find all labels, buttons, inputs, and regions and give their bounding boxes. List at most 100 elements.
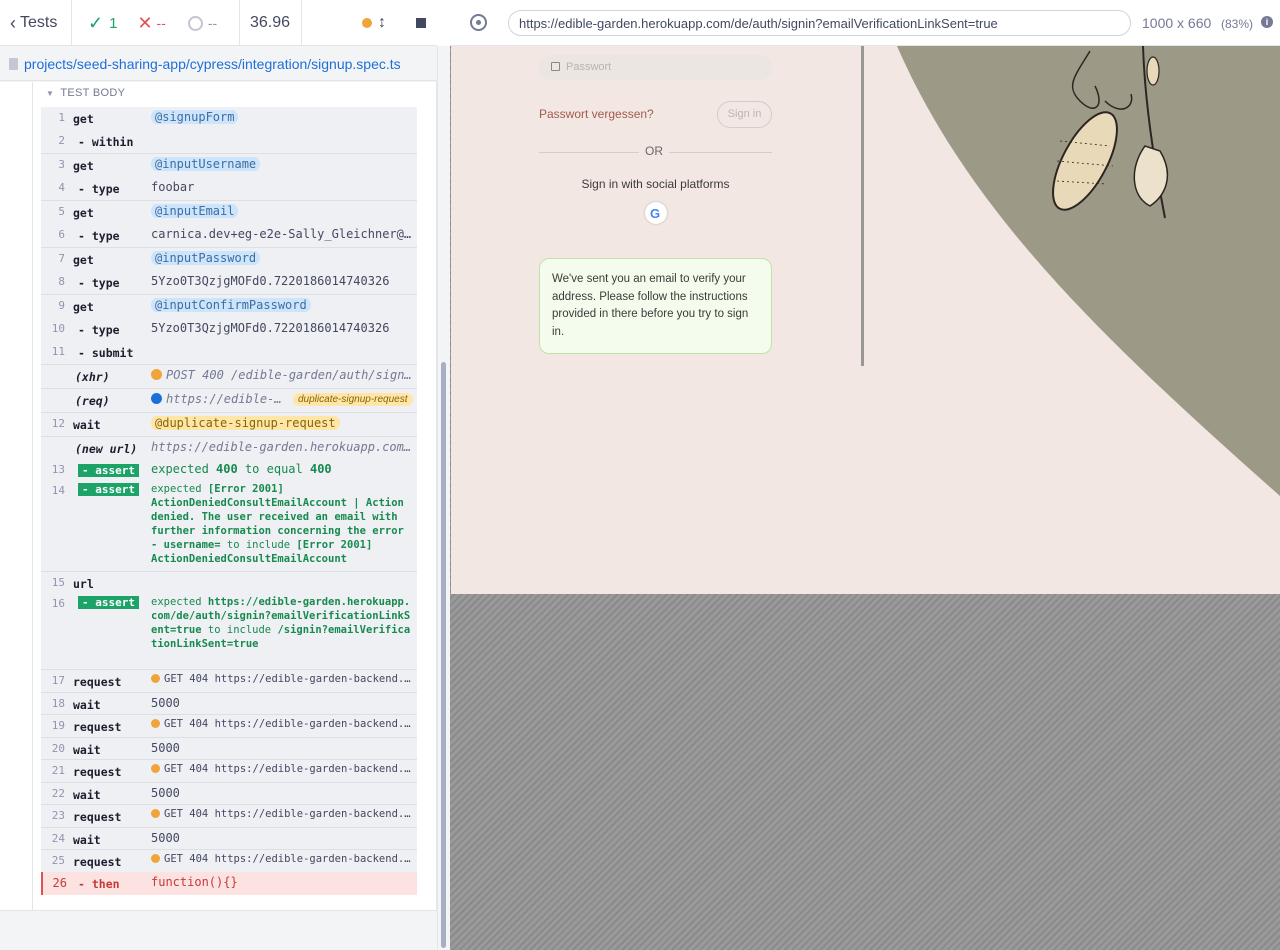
command-row[interactable]: 19 request GET 404 https://edible-garden… (41, 714, 417, 737)
status-dot-icon (151, 393, 162, 404)
command-row[interactable]: 17 request GET 404 https://edible-garden… (41, 669, 417, 692)
line-number: 6 (58, 228, 65, 241)
command-name: get (73, 300, 94, 314)
command-row[interactable]: 18 wait 5000 (41, 692, 417, 714)
assert-row[interactable]: 13 - assert expected 400 to equal 400 (41, 459, 417, 480)
command-message: @inputUsername (151, 157, 413, 171)
url-bar[interactable]: https://edible-garden.herokuapp.com/de/a… (508, 10, 1131, 36)
test-body-label: TEST BODY (60, 87, 126, 99)
command-row[interactable]: 1 get @signupForm (41, 107, 417, 130)
failed-command-row[interactable]: 26 - then function(){} (41, 872, 417, 895)
command-message: 5000 (151, 741, 180, 755)
panel-indent-line (32, 82, 33, 911)
command-row[interactable]: 24 wait 5000 (41, 827, 417, 849)
req-log-row[interactable]: (req) https://edible-garden-backend dupl… (41, 388, 417, 412)
check-icon: ✓ (88, 12, 104, 33)
command-row[interactable]: 25 request GET 404 https://edible-garden… (41, 849, 417, 872)
forgot-password-link[interactable]: Passwort vergessen? (539, 107, 654, 121)
command-row[interactable]: 4 - type foobar (41, 177, 417, 200)
command-message: 5000 (151, 786, 180, 800)
reporter-stats-bar: ‹ Tests ✓ 1 ✕ -- -- 36.96 ↕ (0, 0, 437, 46)
aut-header: https://edible-garden.herokuapp.com/de/a… (450, 0, 1280, 46)
command-name: get (73, 206, 94, 220)
command-row[interactable]: 6 - type carnica.dev+eg-e2e-Sally_Gleich… (41, 224, 417, 247)
alias-badge: @duplicate-signup-request (151, 416, 340, 430)
command-message: @signupForm (151, 110, 413, 124)
viewport-scale: (83%) (1221, 17, 1254, 31)
command-name: wait (73, 418, 101, 432)
assert-badge: - assert (78, 483, 139, 496)
command-message: foobar (151, 180, 195, 194)
line-number: 18 (51, 697, 65, 710)
reporter-scrollbar[interactable] (437, 46, 450, 950)
command-row[interactable]: 5 get @inputEmail (41, 200, 417, 224)
command-name: - type (78, 323, 120, 337)
command-name: wait (73, 698, 101, 712)
line-number: 12 (51, 417, 65, 430)
command-row[interactable]: 8 - type 5Yzo0T3QzjgMOFd0.72201860147403… (41, 271, 417, 294)
command-row[interactable]: 2 - within (41, 130, 417, 153)
command-message: carnica.dev+eg-e2e-Sally_Gleichner@gmail… (151, 227, 413, 241)
google-signin-button[interactable]: G (645, 202, 667, 224)
line-number: 24 (51, 832, 65, 845)
scrollbar-thumb[interactable] (441, 362, 446, 948)
request-message: GET 404 https://edible-garden-backend.he… (164, 718, 413, 730)
line-number: 3 (58, 158, 65, 171)
command-row[interactable]: 21 request GET 404 https://edible-garden… (41, 759, 417, 782)
assert-row[interactable]: 16 - assert expected https://edible-gard… (41, 593, 417, 669)
command-row[interactable]: 3 get @inputUsername (41, 153, 417, 177)
command-row[interactable]: 9 get @inputConfirmPassword (41, 294, 417, 318)
line-number: 25 (51, 854, 65, 867)
lock-icon (551, 62, 560, 71)
command-message: GET 404 https://edible-garden-backend.he… (151, 673, 413, 685)
command-row[interactable]: 20 wait 5000 (41, 737, 417, 759)
alias-badge: @inputUsername (151, 157, 261, 171)
command-name: wait (73, 788, 101, 802)
xhr-log-row[interactable]: (xhr) POST 400 /edible-garden/auth/signu… (41, 364, 417, 388)
command-name: url (73, 577, 94, 591)
spec-path-link[interactable]: projects/seed-sharing-app/cypress/integr… (24, 56, 401, 72)
request-message: GET 404 https://edible-garden-backend.he… (164, 673, 413, 685)
test-body-header[interactable]: ▼ TEST BODY (46, 87, 125, 99)
command-name: - assert (78, 595, 139, 609)
auto-scroll-toggle-icon[interactable]: ↕ (378, 14, 386, 32)
app-signin-page: Passwort Passwort vergessen? Sign in OR … (451, 46, 1280, 594)
line-number: 4 (58, 181, 65, 194)
assert-row[interactable]: 14 - assert expected [Error 2001] Action… (41, 480, 417, 571)
password-input[interactable]: Passwort (539, 55, 772, 80)
command-message: function(){} (151, 875, 238, 889)
sign-in-button[interactable]: Sign in (717, 101, 772, 128)
command-row[interactable]: 15 url (41, 571, 417, 593)
back-to-tests-button[interactable]: ‹ Tests (0, 0, 72, 46)
line-number: 1 (58, 111, 65, 124)
info-icon[interactable]: i (1261, 16, 1273, 28)
command-name: - then (78, 877, 120, 891)
xhr-message: POST 400 /edible-garden/auth/signup (166, 368, 413, 382)
command-name: (new url) (75, 442, 138, 456)
line-number: 26 (52, 876, 67, 890)
req-message: https://edible-garden-backend (166, 392, 287, 406)
x-icon: ✕ (137, 12, 153, 33)
command-row[interactable]: 12 wait @duplicate-signup-request (41, 412, 417, 436)
command-row[interactable]: 10 - type 5Yzo0T3QzjgMOFd0.7220186014740… (41, 318, 417, 341)
command-message: GET 404 https://edible-garden-backend.he… (151, 808, 413, 820)
stop-button[interactable] (416, 18, 426, 28)
command-row[interactable]: 11 - submit (41, 341, 417, 364)
crosshair-dot-icon (476, 20, 481, 25)
spec-file-path[interactable]: projects/seed-sharing-app/cypress/integr… (0, 47, 437, 81)
command-row[interactable]: 7 get @inputPassword (41, 247, 417, 271)
line-number: 11 (51, 345, 65, 358)
running-status-dot-icon (362, 18, 372, 28)
status-dot-icon (151, 719, 160, 728)
command-row[interactable]: 22 wait 5000 (41, 782, 417, 804)
new-url-log-row[interactable]: (new url) https://edible-garden.herokuap… (41, 436, 417, 459)
request-message: GET 404 https://edible-garden-backend.he… (164, 853, 413, 865)
command-message: https://edible-garden-backend (151, 392, 287, 406)
line-number: 17 (51, 674, 65, 687)
command-row[interactable]: 23 request GET 404 https://edible-garden… (41, 804, 417, 827)
command-message: @duplicate-signup-request (151, 416, 413, 430)
duration: 36.96 (240, 0, 302, 46)
command-message: GET 404 https://edible-garden-backend.he… (151, 718, 413, 730)
command-message: 5000 (151, 696, 180, 710)
assert-expected-word: expected (151, 462, 209, 476)
